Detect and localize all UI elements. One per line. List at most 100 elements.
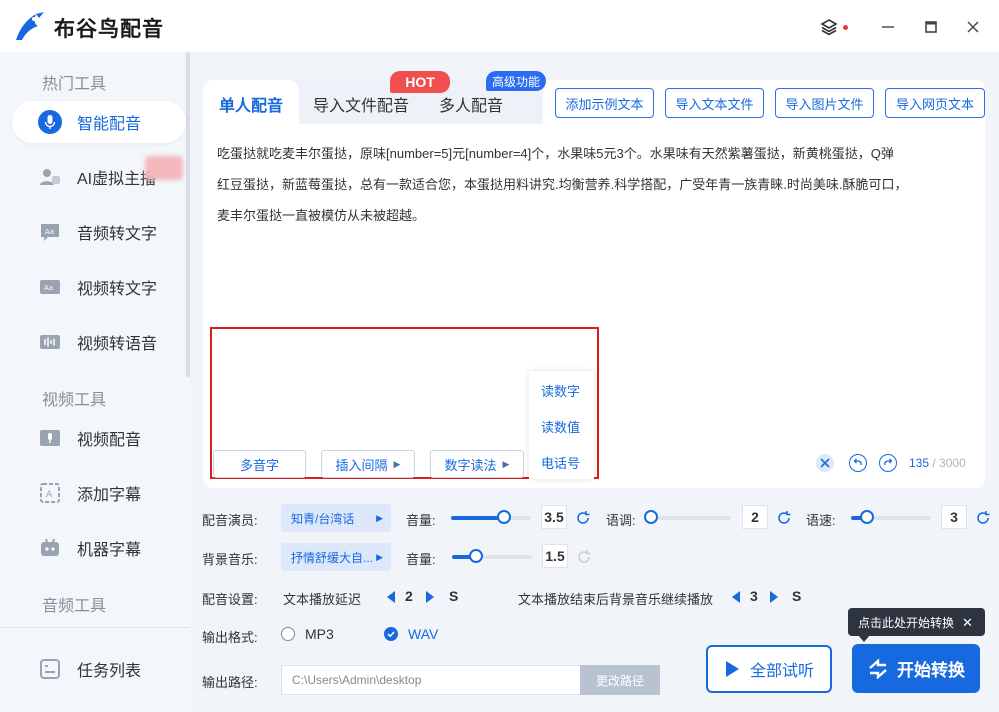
- redo-icon[interactable]: [879, 454, 897, 472]
- close-button[interactable]: [962, 16, 984, 38]
- section-audio-tools: 音频工具: [42, 598, 107, 615]
- volume-slider[interactable]: [451, 510, 531, 524]
- caret-right-icon: ▶: [376, 551, 383, 562]
- tooltip-close-icon[interactable]: ✕: [962, 615, 973, 631]
- import-web-text-button[interactable]: 导入网页文本: [885, 88, 985, 118]
- polyphone-label: 多音字: [239, 457, 279, 473]
- pitch-slider-knob[interactable]: [644, 510, 658, 524]
- speed-slider[interactable]: [851, 510, 931, 524]
- import-text-file-button[interactable]: 导入文本文件: [665, 88, 764, 118]
- video-text-icon: Aa: [38, 275, 62, 299]
- pitch-slider[interactable]: [644, 510, 731, 524]
- bgm-select[interactable]: 抒情舒缓大自... ▶: [281, 543, 391, 571]
- number-reading-button[interactable]: 数字读法 ▶: [430, 450, 524, 478]
- avatar-icon: [38, 165, 62, 189]
- sidebar-item-smart-dubbing[interactable]: 智能配音: [12, 101, 186, 143]
- pitch-label: 语调:: [606, 513, 636, 528]
- text-line: 红豆蛋挞，新蓝莓蛋挞，总有一款适合您，本蛋挞用料讲究.均衡营养.科学搭配，广受年…: [217, 177, 908, 192]
- polyphone-button[interactable]: 多音字: [213, 450, 306, 478]
- import-image-file-button[interactable]: 导入图片文件: [775, 88, 874, 118]
- sidebar-item-video-to-text[interactable]: Aa 视频转文字: [12, 266, 186, 308]
- svg-text:Aa: Aa: [45, 228, 54, 236]
- format-label: 输出格式:: [202, 630, 258, 645]
- bgm-continue-decrease-icon[interactable]: [730, 590, 742, 604]
- sidebar-item-video-dubbing[interactable]: 视频配音: [12, 417, 186, 459]
- format-wav-radio[interactable]: [384, 627, 398, 641]
- sidebar-item-task-list[interactable]: 任务列表: [12, 648, 186, 690]
- undo-icon[interactable]: [849, 454, 867, 472]
- delay-increase-icon[interactable]: [424, 590, 436, 604]
- sidebar-item-audio-to-text[interactable]: Aa 音频转文字: [12, 211, 186, 253]
- caret-right-icon: ▶: [502, 458, 510, 469]
- pitch-reset-icon[interactable]: [776, 510, 792, 526]
- play-icon: [725, 661, 739, 677]
- speed-value: 3: [941, 505, 967, 529]
- bgm-volume-slider-knob[interactable]: [469, 549, 483, 563]
- tab-single-dubbing[interactable]: 单人配音: [219, 92, 283, 116]
- task-list-icon: [38, 657, 62, 681]
- output-path-input[interactable]: C:\Users\Admin\desktop: [281, 665, 581, 695]
- menu-item-read-value[interactable]: 读数值: [541, 417, 580, 436]
- notification-dot: [843, 25, 848, 30]
- caret-right-icon: ▶: [376, 512, 383, 523]
- bgm-volume-slider[interactable]: [452, 549, 532, 563]
- speed-label: 语速:: [806, 513, 836, 528]
- bgm-value: 抒情舒缓大自...: [291, 550, 374, 565]
- svg-text:Aa: Aa: [44, 284, 53, 292]
- title-bar: 布谷鸟配音: [0, 0, 999, 52]
- sidebar-item-label: 视频转语音: [77, 336, 158, 353]
- bgm-volume-value: 1.5: [542, 544, 568, 568]
- speed-reset-icon[interactable]: [975, 510, 991, 526]
- text-line: 吃蛋挞就吃麦丰尔蛋挞，原味[number=5]元[number=4]个，水果味5…: [217, 146, 894, 161]
- start-convert-button[interactable]: 开始转换: [852, 644, 980, 693]
- preview-all-button[interactable]: 全部试听: [706, 645, 832, 693]
- insert-pause-button[interactable]: 插入间隔 ▶: [321, 450, 415, 478]
- sidebar-item-label: 音频转文字: [77, 226, 158, 243]
- menu-item-read-digits[interactable]: 读数字: [541, 381, 580, 400]
- mic-icon: [38, 110, 62, 134]
- delay-value: 2: [405, 588, 413, 604]
- char-count-current: 135: [909, 456, 930, 470]
- minimize-button[interactable]: [877, 16, 899, 38]
- char-counter: 135 / 3000: [909, 456, 966, 470]
- sidebar-item-label: 任务列表: [77, 663, 142, 680]
- speed-slider-knob[interactable]: [860, 510, 874, 524]
- hot-badge: HOT: [390, 71, 450, 93]
- volume-value: 3.5: [541, 505, 567, 529]
- bgm-volume-reset-icon[interactable]: [576, 549, 592, 565]
- preview-all-label: 全部试听: [749, 663, 814, 680]
- change-path-button[interactable]: 更改路径: [580, 665, 660, 695]
- text-editor[interactable]: 吃蛋挞就吃麦丰尔蛋挞，原味[number=5]元[number=4]个，水果味5…: [217, 138, 977, 231]
- delay-unit: S: [449, 588, 459, 604]
- text-line: 麦丰尔蛋挞一直被模仿从未被超越。: [217, 208, 426, 223]
- tab-multi-dubbing[interactable]: 多人配音: [439, 92, 503, 116]
- char-count-max: / 3000: [932, 456, 966, 470]
- clear-icon[interactable]: [816, 454, 834, 472]
- volume-reset-icon[interactable]: [575, 510, 591, 526]
- format-mp3-radio[interactable]: [281, 627, 295, 641]
- sidebar-item-add-subtitles[interactable]: A 添加字幕: [12, 472, 186, 514]
- volume-label: 音量:: [406, 513, 436, 528]
- tab-import-file-dubbing[interactable]: 导入文件配音: [313, 92, 409, 116]
- bgm-continue-increase-icon[interactable]: [768, 590, 780, 604]
- path-label: 输出路径:: [202, 675, 258, 690]
- menu-item-phone-number[interactable]: 电话号: [541, 453, 580, 472]
- layers-icon[interactable]: [818, 16, 840, 38]
- sidebar-item-label: 添加字幕: [77, 487, 142, 504]
- voice-actor-select[interactable]: 知青/台湾话 ▶: [281, 504, 391, 532]
- delay-decrease-icon[interactable]: [385, 590, 397, 604]
- sidebar-item-video-to-speech[interactable]: 视频转语音: [12, 321, 186, 363]
- sidebar-item-machine-subtitles[interactable]: 机器字幕: [12, 527, 186, 569]
- voice-actor-value: 知青/台湾话: [291, 511, 355, 526]
- maximize-button[interactable]: [920, 16, 942, 38]
- redaction-patch: [145, 156, 183, 180]
- app-title: 布谷鸟配音: [54, 18, 164, 41]
- format-mp3-label: MP3: [305, 626, 334, 642]
- bgm-label: 背景音乐:: [202, 552, 258, 567]
- delay-label: 文本播放延迟: [283, 592, 362, 607]
- add-sample-text-button[interactable]: 添加示例文本: [555, 88, 654, 118]
- volume-slider-fill: [451, 516, 504, 520]
- volume-slider-knob[interactable]: [496, 510, 511, 524]
- voice-actor-label: 配音演员:: [202, 513, 258, 528]
- dub-settings-label: 配音设置:: [202, 592, 258, 607]
